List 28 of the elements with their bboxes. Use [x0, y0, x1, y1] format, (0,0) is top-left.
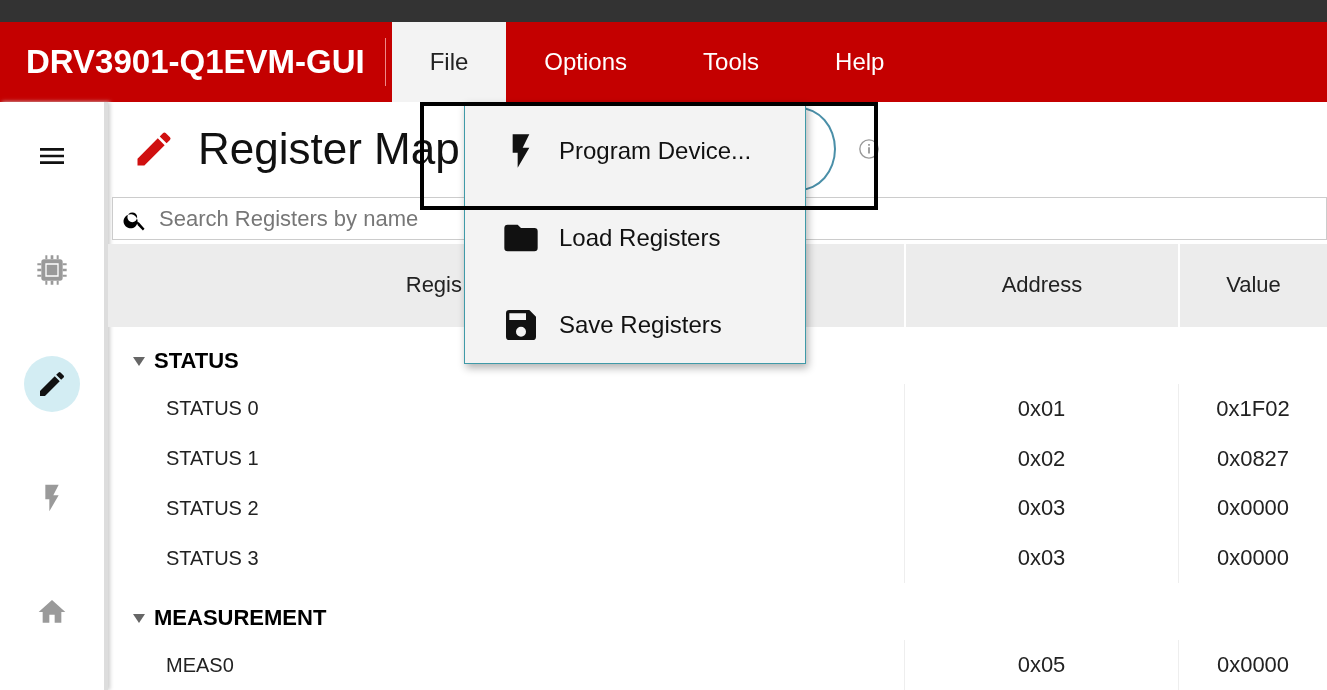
register-value: 0x0000 — [1216, 545, 1290, 572]
register-address: 0x01 — [1017, 395, 1066, 422]
register-address: 0x05 — [1017, 652, 1066, 679]
register-value: 0x0000 — [1216, 652, 1290, 679]
app-title: DRV3901-Q1EVM-GUI — [25, 42, 366, 82]
menu-bar-item[interactable]: File — [391, 22, 507, 102]
register-value: 0x0827 — [1216, 445, 1290, 472]
column-header: Regis — [405, 272, 462, 299]
register-name: STATUS 0 — [166, 397, 259, 421]
column-header: Value — [1226, 272, 1281, 299]
register-address: 0x03 — [1017, 545, 1066, 572]
group-label: STATUS — [154, 348, 239, 375]
menu-item[interactable]: Save Registers — [465, 281, 805, 368]
menu-bar-item[interactable]: Help — [797, 22, 923, 102]
register-name: STATUS 1 — [166, 447, 259, 471]
menu-item[interactable]: Program Device... — [465, 107, 805, 194]
column-header: Address — [1001, 272, 1083, 299]
register-name: STATUS 3 — [166, 546, 259, 570]
register-name: STATUS 2 — [166, 496, 259, 520]
menu-bar-item[interactable]: Options — [506, 22, 666, 102]
register-address: 0x02 — [1017, 445, 1066, 472]
group-label: MEASUREMENT — [154, 604, 327, 631]
register-value: 0x1F02 — [1216, 395, 1290, 422]
menu-bar-item[interactable]: Tools — [665, 22, 798, 102]
register-address: 0x03 — [1017, 495, 1066, 522]
register-value: 0x0000 — [1216, 495, 1290, 522]
register-name: MEAS0 — [166, 653, 234, 677]
menu-item[interactable]: Load Registers — [465, 194, 805, 281]
